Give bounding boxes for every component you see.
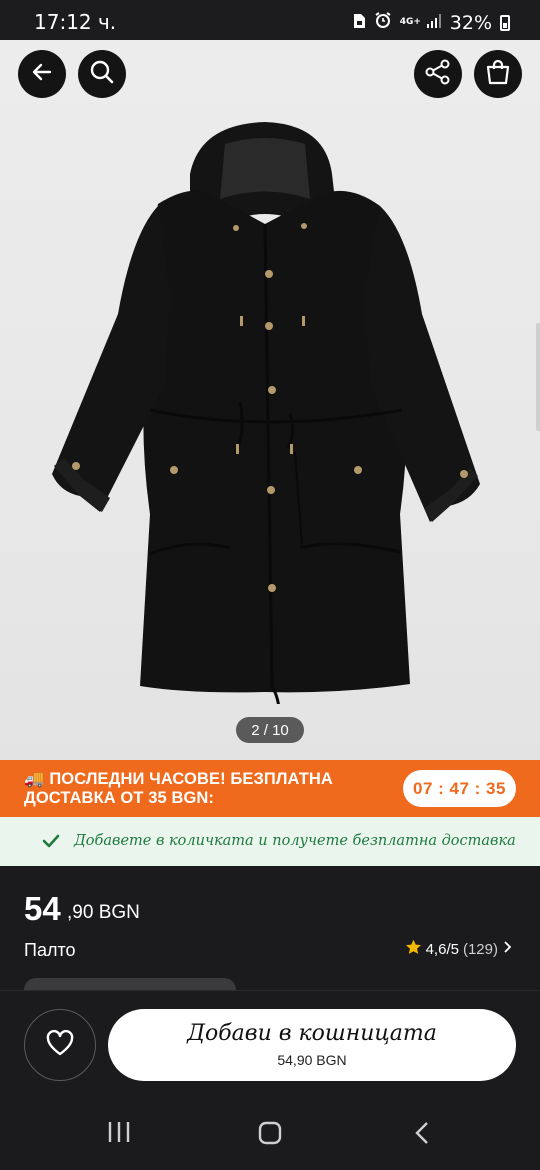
- promo-banner[interactable]: 🚚 ПОСЛЕДНИ ЧАСОВЕ! БЕЗПЛАТНА ДОСТАВКА ОТ…: [0, 760, 540, 817]
- free-shipping-text: Добавете в количката и получете безплатн…: [74, 833, 516, 849]
- back-button[interactable]: [18, 50, 66, 98]
- system-navigation-bar: [0, 1090, 540, 1170]
- sim-icon: [352, 12, 366, 34]
- add-to-cart-button[interactable]: Добави в кошницата 54,90 BGN: [108, 1009, 516, 1081]
- status-bar: 17:12 ч. 4G+ 32%: [0, 0, 540, 40]
- product-info: 54 ,90 BGN Палто 4,6/5 (129): [0, 866, 540, 990]
- share-icon: [424, 58, 452, 91]
- free-shipping-notice: Добавете в количката и получете безплатн…: [0, 817, 540, 866]
- battery-icon: [500, 14, 510, 31]
- battery-percent: 32%: [449, 11, 492, 34]
- price-fraction-currency: ,90 BGN: [67, 902, 140, 923]
- shopping-bag-icon: [484, 58, 512, 91]
- status-icons: 4G+ 32%: [352, 11, 510, 34]
- signal-icon: [426, 12, 442, 34]
- network-type: 4G+: [399, 17, 421, 27]
- status-time: 17:12 ч.: [34, 10, 117, 34]
- chevron-right-icon: [502, 940, 512, 958]
- home-icon[interactable]: [258, 1121, 282, 1150]
- arrow-left-icon: [30, 60, 54, 89]
- cart-button[interactable]: [474, 50, 522, 98]
- promo-message: ПОСЛЕДНИ ЧАСОВЕ! БЕЗПЛАТНА ДОСТАВКА ОТ 3…: [24, 770, 333, 807]
- back-nav-icon[interactable]: [414, 1121, 430, 1150]
- favorite-button[interactable]: [24, 1009, 96, 1081]
- bottom-action-bar: Добави в кошницата 54,90 BGN: [0, 990, 540, 1090]
- product-image-gallery[interactable]: 2 / 10: [0, 40, 540, 760]
- promo-text: 🚚 ПОСЛЕДНИ ЧАСОВЕ! БЕЗПЛАТНА ДОСТАВКА ОТ…: [24, 770, 374, 808]
- image-page-indicator: 2 / 10: [236, 717, 304, 743]
- search-button[interactable]: [78, 50, 126, 98]
- search-icon: [89, 59, 115, 90]
- add-to-cart-label: Добави в кошницата: [187, 1021, 437, 1046]
- product-image-coat: [52, 122, 480, 704]
- share-button[interactable]: [414, 50, 462, 98]
- alarm-icon: [374, 11, 392, 34]
- heart-icon: [45, 1029, 75, 1062]
- add-to-cart-price: 54,90 BGN: [277, 1052, 347, 1068]
- product-name: Палто: [24, 940, 76, 960]
- gallery-edge-handle[interactable]: [536, 323, 540, 431]
- club-badge-peek: [24, 978, 236, 990]
- price-integer: 54: [24, 890, 61, 927]
- star-icon: [405, 939, 422, 959]
- product-rating[interactable]: 4,6/5 (129): [405, 939, 512, 959]
- checkmark-icon: [42, 833, 60, 854]
- truck-icon: 🚚: [24, 770, 45, 788]
- promo-countdown-timer: 07 : 47 : 35: [403, 770, 516, 807]
- recent-apps-icon[interactable]: [106, 1120, 132, 1149]
- rating-value: 4,6/5: [425, 940, 459, 958]
- rating-count: (129): [462, 940, 498, 958]
